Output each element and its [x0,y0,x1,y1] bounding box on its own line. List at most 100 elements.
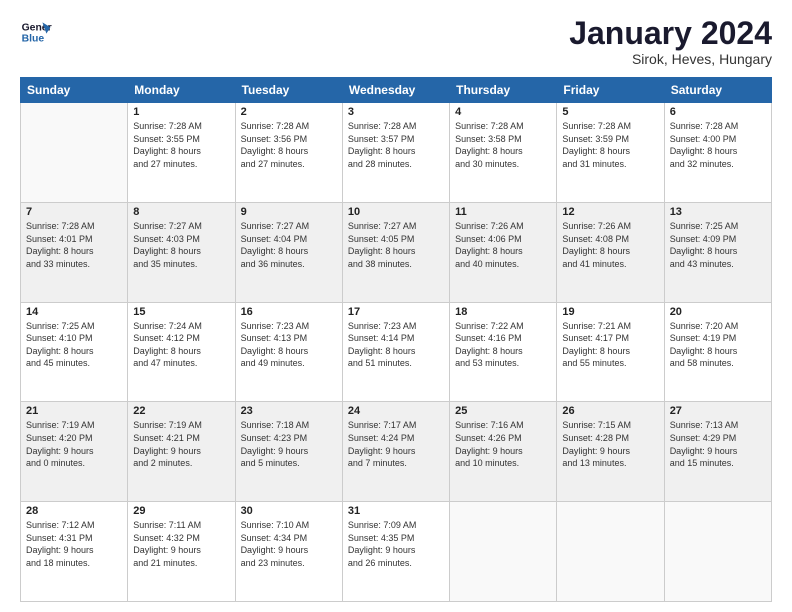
day-info: Sunrise: 7:28 AM Sunset: 3:56 PM Dayligh… [241,120,337,170]
day-number: 16 [241,306,337,318]
calendar-cell: 14 Sunrise: 7:25 AM Sunset: 4:10 PM Dayli… [21,302,128,402]
logo-icon: General Blue [20,16,52,48]
day-info: Sunrise: 7:17 AM Sunset: 4:24 PM Dayligh… [348,419,444,469]
calendar-cell: 22 Sunrise: 7:19 AM Sunset: 4:21 PM Dayli… [128,402,235,502]
calendar-cell: 31Sunrise: 7:09 AM Sunset: 4:35 PM Dayli… [342,502,449,602]
week-row-4: 21 Sunrise: 7:19 AM Sunset: 4:20 PM Dayli… [21,402,772,502]
day-info: Sunrise: 7:25 AM Sunset: 4:09 PM Dayligh… [670,220,766,270]
day-info: Sunrise: 7:25 AM Sunset: 4:10 PM Dayligh… [26,320,122,370]
calendar-cell: 20 Sunrise: 7:20 AM Sunset: 4:19 PM Dayli… [664,302,771,402]
calendar-cell: 23Sunrise: 7:18 AM Sunset: 4:23 PM Dayli… [235,402,342,502]
day-info: Sunrise: 7:21 AM Sunset: 4:17 PM Dayligh… [562,320,658,370]
day-info: Sunrise: 7:11 AM Sunset: 4:32 PM Dayligh… [133,519,229,569]
calendar-subtitle: Sirok, Heves, Hungary [569,51,772,67]
day-number: 26 [562,405,658,417]
day-info: Sunrise: 7:12 AM Sunset: 4:31 PM Dayligh… [26,519,122,569]
day-number: 6 [670,106,766,118]
week-row-2: 7Sunrise: 7:28 AM Sunset: 4:01 PM Daylig… [21,202,772,302]
logo: General Blue [20,16,52,48]
day-info: Sunrise: 7:27 AM Sunset: 4:03 PM Dayligh… [133,220,229,270]
calendar-title: January 2024 [569,16,772,51]
weekday-header-thursday: Thursday [450,78,557,103]
day-info: Sunrise: 7:27 AM Sunset: 4:04 PM Dayligh… [241,220,337,270]
day-number: 29 [133,505,229,517]
day-number: 11 [455,206,551,218]
day-info: Sunrise: 7:19 AM Sunset: 4:21 PM Dayligh… [133,419,229,469]
calendar-cell: 15 Sunrise: 7:24 AM Sunset: 4:12 PM Dayli… [128,302,235,402]
calendar-cell: 3 Sunrise: 7:28 AM Sunset: 3:57 PM Daylig… [342,103,449,203]
day-info: Sunrise: 7:13 AM Sunset: 4:29 PM Dayligh… [670,419,766,469]
weekday-header-tuesday: Tuesday [235,78,342,103]
day-number: 15 [133,306,229,318]
day-info: Sunrise: 7:18 AM Sunset: 4:23 PM Dayligh… [241,419,337,469]
calendar-cell [664,502,771,602]
weekday-header-row: SundayMondayTuesdayWednesdayThursdayFrid… [21,78,772,103]
calendar-cell: 26 Sunrise: 7:15 AM Sunset: 4:28 PM Dayli… [557,402,664,502]
day-info: Sunrise: 7:28 AM Sunset: 4:00 PM Dayligh… [670,120,766,170]
calendar-cell: 2 Sunrise: 7:28 AM Sunset: 3:56 PM Daylig… [235,103,342,203]
day-info: Sunrise: 7:23 AM Sunset: 4:13 PM Dayligh… [241,320,337,370]
day-info: Sunrise: 7:16 AM Sunset: 4:26 PM Dayligh… [455,419,551,469]
calendar-cell: 25 Sunrise: 7:16 AM Sunset: 4:26 PM Dayli… [450,402,557,502]
day-number: 25 [455,405,551,417]
day-number: 17 [348,306,444,318]
calendar-cell: 5 Sunrise: 7:28 AM Sunset: 3:59 PM Daylig… [557,103,664,203]
day-info: Sunrise: 7:28 AM Sunset: 3:55 PM Dayligh… [133,120,229,170]
day-number: 7 [26,206,122,218]
week-row-3: 14 Sunrise: 7:25 AM Sunset: 4:10 PM Dayli… [21,302,772,402]
calendar-cell: 29 Sunrise: 7:11 AM Sunset: 4:32 PM Dayli… [128,502,235,602]
day-info: Sunrise: 7:10 AM Sunset: 4:34 PM Dayligh… [241,519,337,569]
weekday-header-friday: Friday [557,78,664,103]
day-number: 28 [26,505,122,517]
day-number: 5 [562,106,658,118]
week-row-5: 28 Sunrise: 7:12 AM Sunset: 4:31 PM Dayli… [21,502,772,602]
calendar-table: SundayMondayTuesdayWednesdayThursdayFrid… [20,77,772,602]
calendar-cell: 9Sunrise: 7:27 AM Sunset: 4:04 PM Daylig… [235,202,342,302]
calendar-cell: 8 Sunrise: 7:27 AM Sunset: 4:03 PM Daylig… [128,202,235,302]
day-number: 3 [348,106,444,118]
day-number: 27 [670,405,766,417]
calendar-cell: 18 Sunrise: 7:22 AM Sunset: 4:16 PM Dayli… [450,302,557,402]
day-number: 22 [133,405,229,417]
calendar-cell: 13 Sunrise: 7:25 AM Sunset: 4:09 PM Dayli… [664,202,771,302]
day-info: Sunrise: 7:26 AM Sunset: 4:08 PM Dayligh… [562,220,658,270]
calendar-cell: 7Sunrise: 7:28 AM Sunset: 4:01 PM Daylig… [21,202,128,302]
day-info: Sunrise: 7:27 AM Sunset: 4:05 PM Dayligh… [348,220,444,270]
day-info: Sunrise: 7:28 AM Sunset: 3:59 PM Dayligh… [562,120,658,170]
day-number: 8 [133,206,229,218]
day-number: 1 [133,106,229,118]
day-number: 30 [241,505,337,517]
day-info: Sunrise: 7:15 AM Sunset: 4:28 PM Dayligh… [562,419,658,469]
weekday-header-wednesday: Wednesday [342,78,449,103]
calendar-cell: 6 Sunrise: 7:28 AM Sunset: 4:00 PM Daylig… [664,103,771,203]
day-info: Sunrise: 7:09 AM Sunset: 4:35 PM Dayligh… [348,519,444,569]
calendar-cell: 27 Sunrise: 7:13 AM Sunset: 4:29 PM Dayli… [664,402,771,502]
calendar-page: General Blue January 2024 Sirok, Heves, … [0,0,792,612]
day-info: Sunrise: 7:24 AM Sunset: 4:12 PM Dayligh… [133,320,229,370]
day-number: 12 [562,206,658,218]
day-info: Sunrise: 7:28 AM Sunset: 3:57 PM Dayligh… [348,120,444,170]
calendar-cell: 12 Sunrise: 7:26 AM Sunset: 4:08 PM Dayli… [557,202,664,302]
title-block: January 2024 Sirok, Heves, Hungary [569,16,772,67]
day-info: Sunrise: 7:22 AM Sunset: 4:16 PM Dayligh… [455,320,551,370]
day-number: 18 [455,306,551,318]
calendar-cell: 30 Sunrise: 7:10 AM Sunset: 4:34 PM Dayli… [235,502,342,602]
calendar-cell: 16 Sunrise: 7:23 AM Sunset: 4:13 PM Dayli… [235,302,342,402]
weekday-header-monday: Monday [128,78,235,103]
calendar-cell: 21 Sunrise: 7:19 AM Sunset: 4:20 PM Dayli… [21,402,128,502]
day-number: 2 [241,106,337,118]
calendar-cell [21,103,128,203]
day-number: 14 [26,306,122,318]
day-info: Sunrise: 7:23 AM Sunset: 4:14 PM Dayligh… [348,320,444,370]
day-number: 21 [26,405,122,417]
day-number: 13 [670,206,766,218]
day-info: Sunrise: 7:19 AM Sunset: 4:20 PM Dayligh… [26,419,122,469]
day-number: 19 [562,306,658,318]
calendar-cell [450,502,557,602]
weekday-header-saturday: Saturday [664,78,771,103]
calendar-cell: 17 Sunrise: 7:23 AM Sunset: 4:14 PM Dayli… [342,302,449,402]
calendar-cell: 24Sunrise: 7:17 AM Sunset: 4:24 PM Dayli… [342,402,449,502]
day-info: Sunrise: 7:20 AM Sunset: 4:19 PM Dayligh… [670,320,766,370]
day-number: 20 [670,306,766,318]
week-row-1: 1 Sunrise: 7:28 AM Sunset: 3:55 PM Daylig… [21,103,772,203]
